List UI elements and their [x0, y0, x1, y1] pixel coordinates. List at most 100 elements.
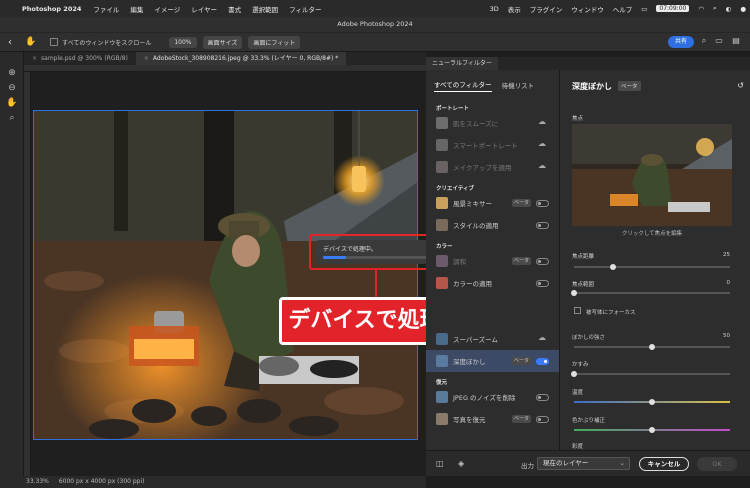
slider-knob[interactable] — [571, 371, 577, 377]
hand-icon[interactable]: ✋ — [5, 96, 19, 110]
menu-help[interactable]: ヘルプ — [613, 4, 633, 14]
menu-image[interactable]: イメージ — [154, 4, 180, 14]
filter-colorize[interactable]: カラーの適用 — [426, 272, 559, 294]
siri-icon[interactable]: ● — [740, 5, 746, 13]
cloud-download-icon[interactable]: ☁ — [538, 333, 546, 342]
filter-photo-restore[interactable]: 写真を復元 ベータ — [426, 408, 559, 430]
filter-label: スマートポートレート — [453, 142, 518, 150]
reset-icon[interactable]: ↺ — [737, 81, 744, 90]
menu-3d[interactable]: 3D — [490, 5, 499, 13]
fit-screen-button[interactable]: 画面サイズ — [202, 35, 243, 49]
cloud-download-icon[interactable]: ☁ — [538, 139, 546, 148]
menu-layer[interactable]: レイヤー — [191, 4, 217, 14]
cancel-button[interactable]: キャンセル — [639, 457, 689, 471]
beta-badge: ベータ — [512, 257, 532, 265]
slider-knob[interactable] — [649, 427, 655, 433]
zoom-100-button[interactable]: 100% — [169, 36, 197, 48]
fill-screen-button[interactable]: 画面にフィット — [248, 35, 301, 49]
filter-smart-portrait[interactable]: スマートポートレート ☁ — [426, 134, 559, 156]
filter-makeup[interactable]: メイクアップを適用 ☁ — [426, 156, 559, 178]
neural-filters-panel-tab: ニューラルフィルター — [426, 57, 750, 70]
magnifier-icon[interactable]: ⌕ — [5, 111, 19, 125]
control-center-icon[interactable]: ◐ — [726, 5, 732, 13]
tint-slider[interactable] — [574, 427, 730, 433]
tab-all-filters[interactable]: すべてのフィルター — [434, 79, 492, 92]
menu-select[interactable]: 選択範囲 — [252, 4, 278, 14]
filter-toggle[interactable] — [536, 394, 549, 401]
output-label: 出力 — [521, 462, 534, 470]
menu-filter[interactable]: フィルター — [289, 4, 321, 14]
filter-thumb — [436, 197, 448, 209]
temperature-slider[interactable] — [574, 399, 730, 405]
focus-preview[interactable] — [572, 124, 732, 226]
filter-toggle[interactable] — [536, 416, 549, 423]
filter-landscape-mixer[interactable]: 風景ミキサー ベータ — [426, 192, 559, 214]
menu-plugins[interactable]: プラグイン — [530, 4, 563, 14]
photo-canvas[interactable] — [33, 110, 418, 440]
menu-app-name[interactable]: Photoshop 2024 — [22, 5, 81, 13]
filter-super-zoom[interactable]: スーパーズーム ☁ — [426, 328, 559, 350]
filter-thumb — [436, 161, 448, 173]
focal-range-value: 0 — [726, 280, 731, 286]
scroll-all-checkbox[interactable] — [50, 38, 58, 46]
back-icon[interactable]: ‹ — [0, 37, 20, 48]
neural-filters-tab-label[interactable]: ニューラルフィルター — [426, 57, 498, 70]
filter-harmonize[interactable]: 調和 ベータ — [426, 250, 559, 272]
filter-thumb — [436, 333, 448, 345]
menu-type[interactable]: 書式 — [228, 4, 241, 14]
filter-toggle[interactable] — [536, 358, 549, 365]
filter-depth-blur[interactable]: 深度ぼかし ベータ — [426, 350, 559, 372]
filter-smooth-skin[interactable]: 肌をスムーズに ☁ — [426, 112, 559, 134]
slider-knob[interactable] — [571, 290, 577, 296]
menu-file[interactable]: ファイル — [93, 4, 119, 14]
doc-tab-sample[interactable]: × sample.psd @ 300% (RGB/8) — [24, 52, 136, 65]
filter-toggle[interactable] — [536, 222, 549, 229]
blur-strength-label: ぼかしの強さ — [572, 335, 606, 341]
focal-range-slider[interactable] — [571, 290, 730, 296]
focal-distance-slider[interactable] — [574, 264, 730, 270]
filter-jpeg-noise[interactable]: JPEG のノイズを削除 — [426, 386, 559, 408]
window-title: Adobe Photoshop 2024 — [0, 17, 750, 32]
spotlight-icon[interactable]: ⌕ — [713, 4, 717, 13]
doc-tab-adobestock[interactable]: × AdobeStock_308908216.jpeg @ 33.3% (レイヤー… — [135, 52, 347, 65]
search-icon[interactable]: ⌕ — [698, 35, 710, 47]
slider-knob[interactable] — [649, 344, 655, 350]
cloud-download-icon[interactable]: ☁ — [538, 117, 546, 126]
menu-window[interactable]: ウィンドウ — [571, 4, 604, 14]
zoom-level[interactable]: 33.33% — [26, 478, 49, 485]
slider-knob[interactable] — [649, 399, 655, 405]
output-select[interactable]: 現在のレイヤー ⌄ — [537, 457, 630, 470]
share-button[interactable]: 共有 — [668, 36, 694, 48]
focus-caption: クリックして焦点を編集 — [621, 231, 683, 237]
preview-toggle-icon[interactable]: ◫ — [436, 459, 444, 468]
category-creative: クリエイティブ — [436, 186, 475, 192]
cloud-download-icon[interactable]: ☁ — [538, 161, 546, 170]
filter-thumb — [436, 117, 448, 129]
close-icon[interactable]: × — [32, 55, 37, 62]
filter-toggle[interactable] — [536, 258, 549, 265]
filter-toggle[interactable] — [536, 200, 549, 207]
ok-button[interactable]: OK — [697, 457, 737, 471]
filter-style-transfer[interactable]: スタイルの適用 — [426, 214, 559, 236]
zoom-in-icon[interactable]: ⊕ — [5, 66, 19, 80]
workspace-icon[interactable]: ▤ — [730, 35, 742, 47]
tab-waitlist[interactable]: 待機リスト — [502, 80, 535, 92]
close-icon[interactable]: × — [144, 55, 149, 62]
filter-toggle[interactable] — [536, 280, 549, 287]
haze-slider[interactable] — [571, 371, 730, 377]
hand-tool-icon[interactable]: ✋ — [20, 37, 42, 47]
menu-edit[interactable]: 編集 — [130, 4, 143, 14]
category-restore: 復元 — [436, 380, 448, 386]
filter-label: カラーの適用 — [453, 280, 492, 288]
wifi-icon: ◠ — [698, 4, 705, 13]
zoom-out-icon[interactable]: ⊖ — [5, 81, 19, 95]
filter-thumb — [436, 413, 448, 425]
beta-badge: ベータ — [512, 357, 532, 365]
layers-icon[interactable]: ◈ — [458, 459, 464, 468]
blur-strength-slider[interactable] — [574, 344, 730, 350]
slider-knob[interactable] — [610, 264, 616, 270]
panels-icon[interactable]: ▭ — [713, 35, 725, 47]
menu-view[interactable]: 表示 — [508, 4, 521, 14]
focus-subject-checkbox[interactable] — [574, 307, 581, 314]
haze-label: かすみ — [572, 362, 589, 368]
